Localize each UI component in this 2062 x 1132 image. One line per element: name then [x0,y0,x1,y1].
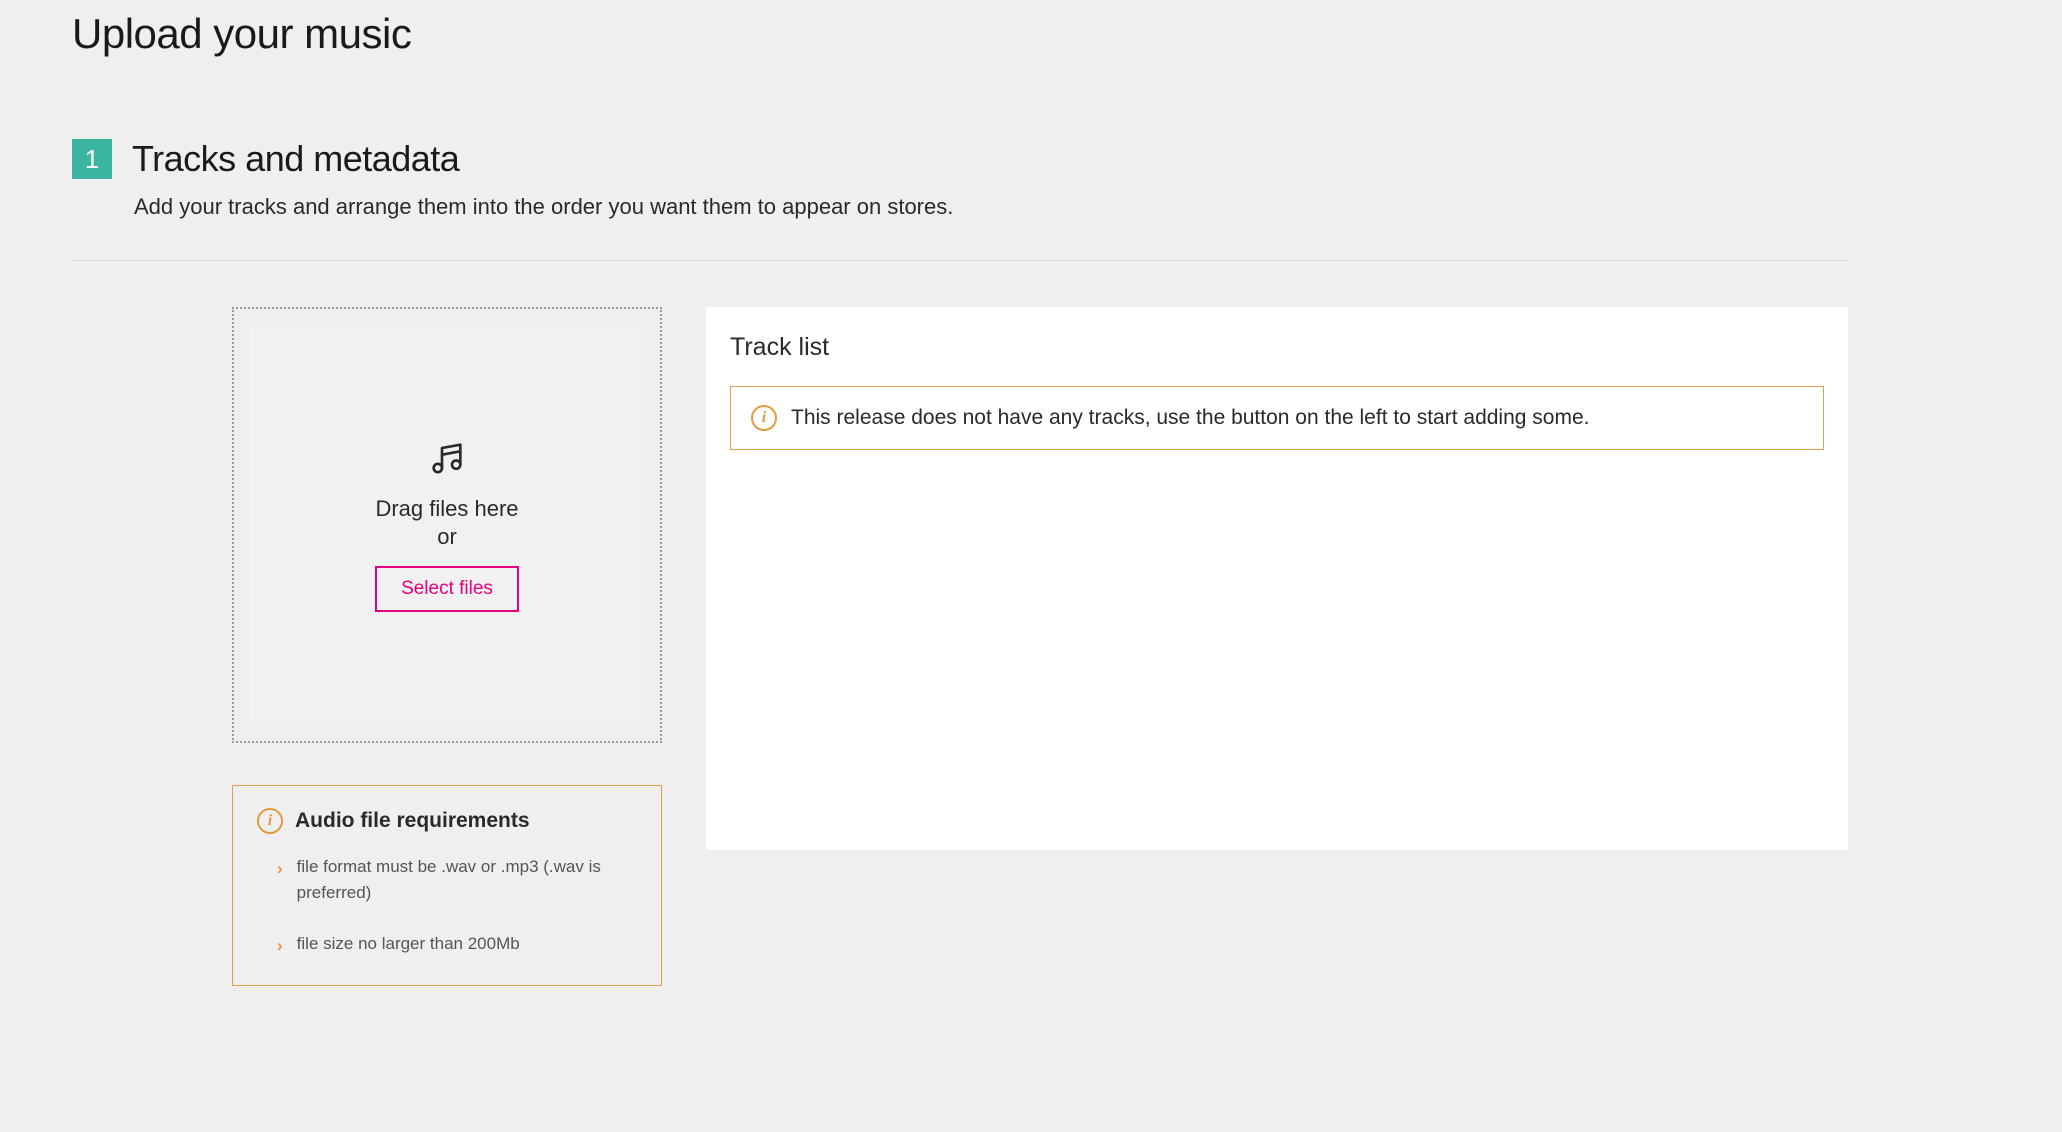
music-note-icon [427,438,467,483]
chevron-right-icon: › [277,933,283,959]
track-list-title: Track list [730,333,1824,362]
step-number-badge: 1 [72,139,112,179]
file-dropzone[interactable]: Drag files here or Select files [232,307,662,743]
step-title: Tracks and metadata [132,138,459,180]
list-item: › file size no larger than 200Mb [277,931,637,959]
select-files-button[interactable]: Select files [375,566,519,612]
dropzone-inner: Drag files here or Select files [250,325,644,725]
dropzone-label: Drag files here or [375,495,518,550]
list-item: › file format must be .wav or .mp3 (.wav… [277,854,637,905]
info-icon: i [751,405,777,431]
empty-tracks-message: This release does not have any tracks, u… [791,406,1589,430]
step-header: 1 Tracks and metadata [72,138,1848,180]
requirements-list: › file format must be .wav or .mp3 (.wav… [257,854,637,959]
track-list-panel: Track list i This release does not have … [706,307,1848,850]
info-icon: i [257,808,283,834]
chevron-right-icon: › [277,856,283,882]
section-divider [72,260,1848,261]
step-subtitle: Add your tracks and arrange them into th… [134,194,1848,220]
requirements-title: Audio file requirements [295,809,530,833]
page-title: Upload your music [72,10,1848,58]
empty-tracks-notice: i This release does not have any tracks,… [730,386,1824,450]
audio-requirements-panel: i Audio file requirements › file format … [232,785,662,986]
